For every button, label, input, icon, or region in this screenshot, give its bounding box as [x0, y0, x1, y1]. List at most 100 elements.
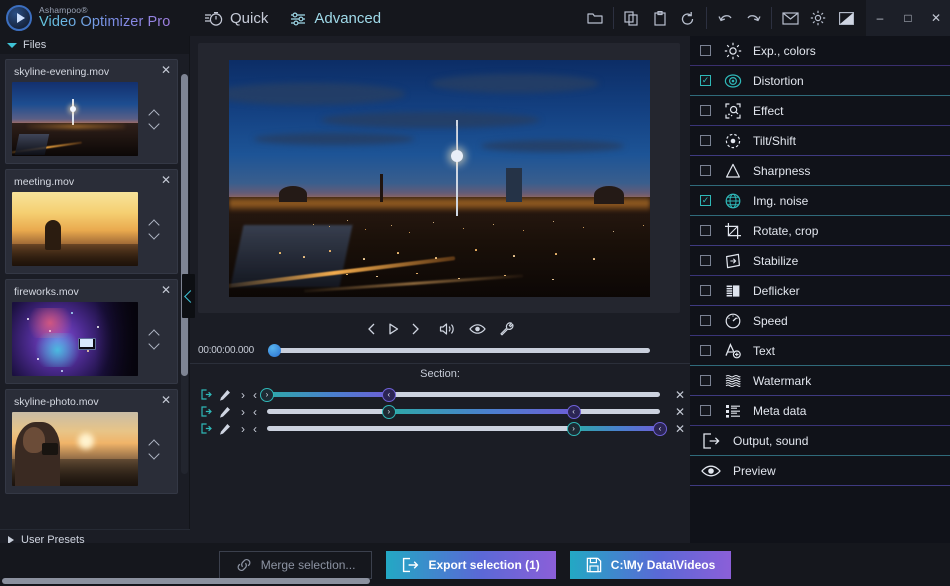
- move-down-icon[interactable]: [149, 451, 160, 458]
- sidebar-scrollbar-thumb[interactable]: [181, 74, 188, 376]
- effect-label: Preview: [733, 463, 776, 478]
- effect-item-stabilize[interactable]: Stabilize: [690, 246, 950, 276]
- effect-item-text[interactable]: Text: [690, 336, 950, 366]
- checkbox[interactable]: [700, 375, 711, 386]
- checkbox[interactable]: [700, 225, 711, 236]
- volume-icon[interactable]: [439, 322, 456, 336]
- preview-eye-icon[interactable]: [469, 323, 486, 335]
- export-section-icon[interactable]: [199, 406, 213, 417]
- remove-file-button[interactable]: ✕: [161, 174, 171, 186]
- checkbox[interactable]: [700, 285, 711, 296]
- play-button[interactable]: [387, 322, 400, 336]
- move-down-icon[interactable]: [149, 121, 160, 128]
- checkbox[interactable]: [700, 165, 711, 176]
- delete-section-button[interactable]: ✕: [670, 405, 690, 419]
- effect-item-img-noise[interactable]: Img. noise: [690, 186, 950, 216]
- settings-icon[interactable]: [804, 4, 832, 32]
- list-item[interactable]: skyline-evening.mov ✕: [5, 59, 178, 164]
- checkbox[interactable]: [700, 315, 711, 326]
- mail-icon[interactable]: [776, 4, 804, 32]
- open-folder-icon[interactable]: [581, 4, 609, 32]
- section-range-slider[interactable]: › ‹: [267, 404, 660, 419]
- section-range-slider[interactable]: › ‹: [267, 421, 667, 436]
- delete-section-button[interactable]: ✕: [670, 422, 690, 436]
- move-down-icon[interactable]: [149, 231, 160, 238]
- effect-item-watermark[interactable]: Watermark: [690, 366, 950, 396]
- export-section-icon[interactable]: [199, 423, 213, 434]
- move-down-icon[interactable]: [149, 341, 160, 348]
- checkbox-checked[interactable]: [700, 75, 711, 86]
- section-end-handle[interactable]: ‹: [381, 387, 396, 402]
- section-start-handle[interactable]: ›: [566, 421, 581, 436]
- section-start-handle[interactable]: ›: [381, 404, 396, 419]
- effect-item-exp-colors[interactable]: Exp., colors: [690, 36, 950, 66]
- move-up-icon[interactable]: [149, 440, 160, 447]
- effect-item-distortion[interactable]: Distortion: [690, 66, 950, 96]
- remove-file-button[interactable]: ✕: [161, 64, 171, 76]
- set-end-icon[interactable]: ‹: [249, 422, 261, 436]
- move-up-icon[interactable]: [149, 110, 160, 117]
- list-item[interactable]: meeting.mov ✕: [5, 169, 178, 274]
- move-up-icon[interactable]: [149, 330, 160, 337]
- section-range-slider[interactable]: › ‹: [260, 387, 660, 402]
- next-frame-button[interactable]: [409, 322, 421, 336]
- section-start-handle[interactable]: ›: [260, 387, 274, 402]
- effect-item-effect[interactable]: Effect: [690, 96, 950, 126]
- horizontal-scrollbar[interactable]: [2, 578, 370, 584]
- set-end-icon[interactable]: ‹: [249, 405, 261, 419]
- file-list[interactable]: skyline-evening.mov ✕ meeting.mov ✕ fire…: [0, 54, 190, 531]
- checkbox-checked[interactable]: [700, 195, 711, 206]
- checkbox[interactable]: [700, 255, 711, 266]
- set-start-icon[interactable]: ›: [237, 388, 249, 402]
- theme-icon[interactable]: [832, 4, 860, 32]
- prev-frame-button[interactable]: [366, 322, 378, 336]
- effect-label: Text: [753, 343, 776, 358]
- export-selection-button[interactable]: Export selection (1): [386, 550, 556, 579]
- collapse-sidebar-button[interactable]: [182, 274, 197, 318]
- effect-item-deflicker[interactable]: Deflicker: [690, 276, 950, 306]
- section-end-handle[interactable]: ‹: [653, 421, 667, 436]
- close-button[interactable]: ✕: [922, 0, 950, 36]
- set-start-icon[interactable]: ›: [237, 422, 249, 436]
- export-section-icon[interactable]: [199, 389, 213, 400]
- tab-advanced[interactable]: Advanced: [290, 10, 381, 27]
- checkbox[interactable]: [700, 45, 711, 56]
- seek-slider[interactable]: [268, 343, 650, 357]
- minimize-button[interactable]: –: [866, 0, 894, 36]
- effect-item-sharpness[interactable]: Sharpness: [690, 156, 950, 186]
- list-item[interactable]: fireworks.mov ✕: [5, 279, 178, 384]
- tab-quick[interactable]: Quick: [204, 10, 268, 27]
- effect-item-meta-data[interactable]: Meta data: [690, 396, 950, 426]
- edit-pencil-icon[interactable]: [218, 406, 232, 418]
- move-up-icon[interactable]: [149, 220, 160, 227]
- effect-item-tilt-shift[interactable]: Tilt/Shift: [690, 126, 950, 156]
- delete-section-button[interactable]: ✕: [670, 388, 690, 402]
- maximize-button[interactable]: □: [894, 0, 922, 36]
- merge-selection-button[interactable]: Merge selection...: [218, 550, 373, 579]
- edit-pencil-icon[interactable]: [218, 423, 232, 435]
- effect-item-rotate-crop[interactable]: Rotate, crop: [690, 216, 950, 246]
- remove-file-button[interactable]: ✕: [161, 394, 171, 406]
- sidebar-files-header[interactable]: Files: [0, 36, 189, 54]
- effect-item-speed[interactable]: Speed: [690, 306, 950, 336]
- list-item[interactable]: skyline-photo.mov ✕: [5, 389, 178, 494]
- edit-pencil-icon[interactable]: [218, 389, 232, 401]
- section-end-handle[interactable]: ‹: [566, 404, 581, 419]
- copy-icon[interactable]: [618, 4, 646, 32]
- checkbox[interactable]: [700, 345, 711, 356]
- undo-icon[interactable]: [711, 4, 739, 32]
- set-start-icon[interactable]: ›: [237, 405, 249, 419]
- redo-icon[interactable]: [739, 4, 767, 32]
- paste-icon[interactable]: [646, 4, 674, 32]
- effect-item-output-sound[interactable]: Output, sound: [690, 426, 950, 456]
- output-folder-button[interactable]: C:\My Data\Videos: [569, 550, 732, 579]
- effect-item-preview[interactable]: Preview: [690, 456, 950, 486]
- checkbox[interactable]: [700, 135, 711, 146]
- tools-wrench-icon[interactable]: [499, 321, 514, 337]
- checkbox[interactable]: [700, 405, 711, 416]
- checkbox[interactable]: [700, 105, 711, 116]
- remove-file-button[interactable]: ✕: [161, 284, 171, 296]
- video-preview[interactable]: [198, 43, 680, 313]
- seek-handle[interactable]: [268, 343, 281, 357]
- reset-icon[interactable]: [674, 4, 702, 32]
